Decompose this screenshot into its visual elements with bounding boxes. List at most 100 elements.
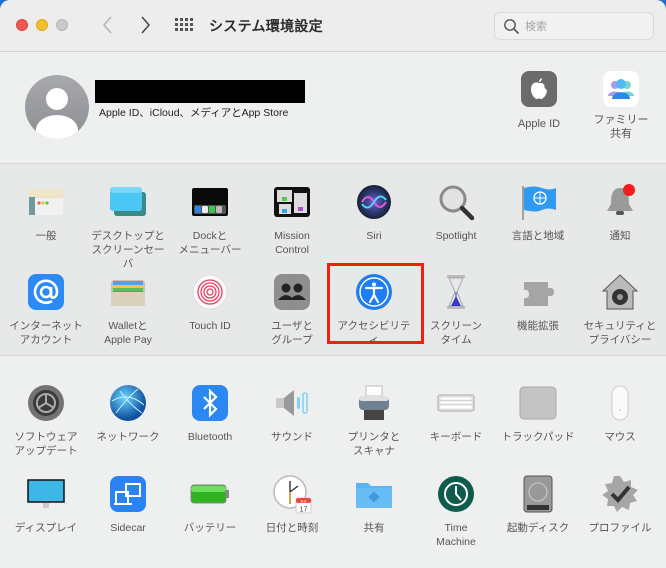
checkmark-badge-icon <box>600 474 640 514</box>
family-icon <box>603 71 639 107</box>
pref-apple-id[interactable]: Apple ID <box>504 71 574 131</box>
pref-label: 機能拡張 <box>517 320 559 332</box>
pref-startup-disk[interactable]: 起動ディスク <box>497 474 579 535</box>
pref-users-groups[interactable]: ユーザと グループ <box>251 272 333 347</box>
pref-internet-accounts[interactable]: インターネット アカウント <box>5 272 87 347</box>
pref-label: アクセシビリティ <box>337 320 411 346</box>
system-preferences-window: システム環境設定 Apple ID、iCloud、メディアとApp Store … <box>0 0 666 568</box>
wallet-icon <box>108 272 148 312</box>
pref-label: インターネット アカウント <box>9 320 83 346</box>
pref-displays[interactable]: ディスプレイ <box>5 474 87 535</box>
globe-flag-icon <box>518 182 558 222</box>
search-input[interactable] <box>525 17 645 35</box>
pref-touch-id[interactable]: Touch ID <box>169 272 251 333</box>
pref-label: サウンド <box>271 431 313 443</box>
pref-keyboard[interactable]: キーボード <box>415 383 497 444</box>
svg-text:17: 17 <box>300 507 308 514</box>
pref-sound[interactable]: サウンド <box>251 383 333 444</box>
printer-icon <box>354 383 394 423</box>
close-button[interactable] <box>16 19 28 31</box>
pref-label: ソフトウェア アップデート <box>14 431 78 457</box>
show-all-button[interactable] <box>175 17 193 33</box>
pref-label: Walletと Apple Pay <box>104 320 152 346</box>
hourglass-icon <box>436 272 476 312</box>
speaker-icon <box>272 383 312 423</box>
pref-bluetooth[interactable]: Bluetooth <box>169 383 251 444</box>
pref-family-sharing[interactable]: ファミリー 共有 <box>586 71 656 141</box>
pref-desktop-screensaver[interactable]: デスクトップと スクリーンセーバ <box>87 182 169 271</box>
pref-sidecar[interactable]: Sidecar <box>87 474 169 535</box>
avatar[interactable] <box>25 75 89 139</box>
battery-icon <box>190 474 230 514</box>
bluetooth-icon <box>190 383 230 423</box>
siri-icon <box>354 182 394 222</box>
pref-trackpad[interactable]: トラックパッド <box>497 383 579 444</box>
avatar-head-shape <box>46 88 68 110</box>
shared-folder-icon <box>354 474 394 514</box>
gear-update-icon <box>26 383 66 423</box>
pref-wallet-applepay[interactable]: Walletと Apple Pay <box>87 272 169 347</box>
pref-printers-scanners[interactable]: プリンタと スキャナ <box>333 383 415 458</box>
pref-accessibility[interactable]: アクセシビリティ <box>333 272 415 347</box>
pref-label: バッテリー <box>183 522 237 534</box>
pref-label: スクリーン タイム <box>430 320 482 346</box>
pref-profiles[interactable]: プロファイル <box>579 474 661 535</box>
pref-time-machine[interactable]: Time Machine <box>415 474 497 549</box>
pref-label: マウス <box>604 431 636 443</box>
desktop-icon <box>108 182 148 222</box>
pref-mission-control[interactable]: Mission Control <box>251 182 333 257</box>
account-subtitle: Apple ID、iCloud、メディアとApp Store <box>99 107 289 119</box>
pref-label: セキュリティと プライバシー <box>583 320 657 346</box>
pref-label: Time Machine <box>436 522 476 548</box>
pref-mouse[interactable]: マウス <box>579 383 661 444</box>
bell-icon <box>600 182 640 222</box>
pref-language-region[interactable]: 言語と地域 <box>497 182 579 243</box>
general-window-icon <box>26 182 66 222</box>
pref-notifications[interactable]: 通知 <box>579 182 661 243</box>
pref-label: トラックパッド <box>501 431 575 443</box>
apple-logo-icon <box>521 71 557 107</box>
account-section: Apple ID、iCloud、メディアとApp Store Apple ID … <box>0 53 666 163</box>
pref-dock-menubar[interactable]: Dockと メニューバー <box>169 182 251 257</box>
pref-label: ファミリー 共有 <box>593 114 649 140</box>
pref-label: プリンタと スキャナ <box>347 431 401 457</box>
pref-general[interactable]: 一般 <box>5 182 87 243</box>
fingerprint-icon <box>190 272 230 312</box>
pref-label: 日付と時刻 <box>265 522 319 534</box>
puzzle-icon <box>518 272 558 312</box>
pref-label: ユーザと グループ <box>271 320 313 346</box>
pref-battery[interactable]: バッテリー <box>169 474 251 535</box>
pref-date-time[interactable]: JUL 17 日付と時刻 <box>251 474 333 535</box>
house-safe-icon <box>600 272 640 312</box>
sidecar-icon <box>108 474 148 514</box>
pref-software-update[interactable]: ソフトウェア アップデート <box>5 383 87 458</box>
minimize-button[interactable] <box>36 19 48 31</box>
zoom-button[interactable] <box>56 19 68 31</box>
search-icon <box>504 19 520 35</box>
magnifier-icon <box>436 182 476 222</box>
pref-label: プロファイル <box>588 522 652 534</box>
back-button[interactable] <box>98 14 118 36</box>
dock-icon <box>190 182 230 222</box>
hard-disk-icon <box>518 474 558 514</box>
trackpad-icon <box>518 383 558 423</box>
pref-label: Touch ID <box>189 320 231 332</box>
pref-screen-time[interactable]: スクリーン タイム <box>415 272 497 347</box>
pref-label: Mission Control <box>274 230 310 256</box>
pref-label: キーボード <box>429 431 483 443</box>
pref-security-privacy[interactable]: セキュリティと プライバシー <box>579 272 661 347</box>
pref-siri[interactable]: Siri <box>333 182 415 243</box>
pref-sharing[interactable]: 共有 <box>333 474 415 535</box>
time-machine-icon <box>436 474 476 514</box>
pref-network[interactable]: ネットワーク <box>87 383 169 444</box>
pref-extensions[interactable]: 機能拡張 <box>497 272 579 333</box>
user-name-redacted <box>95 80 305 103</box>
pref-label: Dockと メニューバー <box>178 230 242 256</box>
pref-spotlight[interactable]: Spotlight <box>415 182 497 243</box>
search-field[interactable] <box>494 12 654 40</box>
pref-label: Spotlight <box>435 230 477 242</box>
avatar-body-shape <box>36 115 78 139</box>
pref-label: Bluetooth <box>187 431 233 443</box>
forward-button[interactable] <box>135 14 155 36</box>
at-sign-icon <box>26 272 66 312</box>
